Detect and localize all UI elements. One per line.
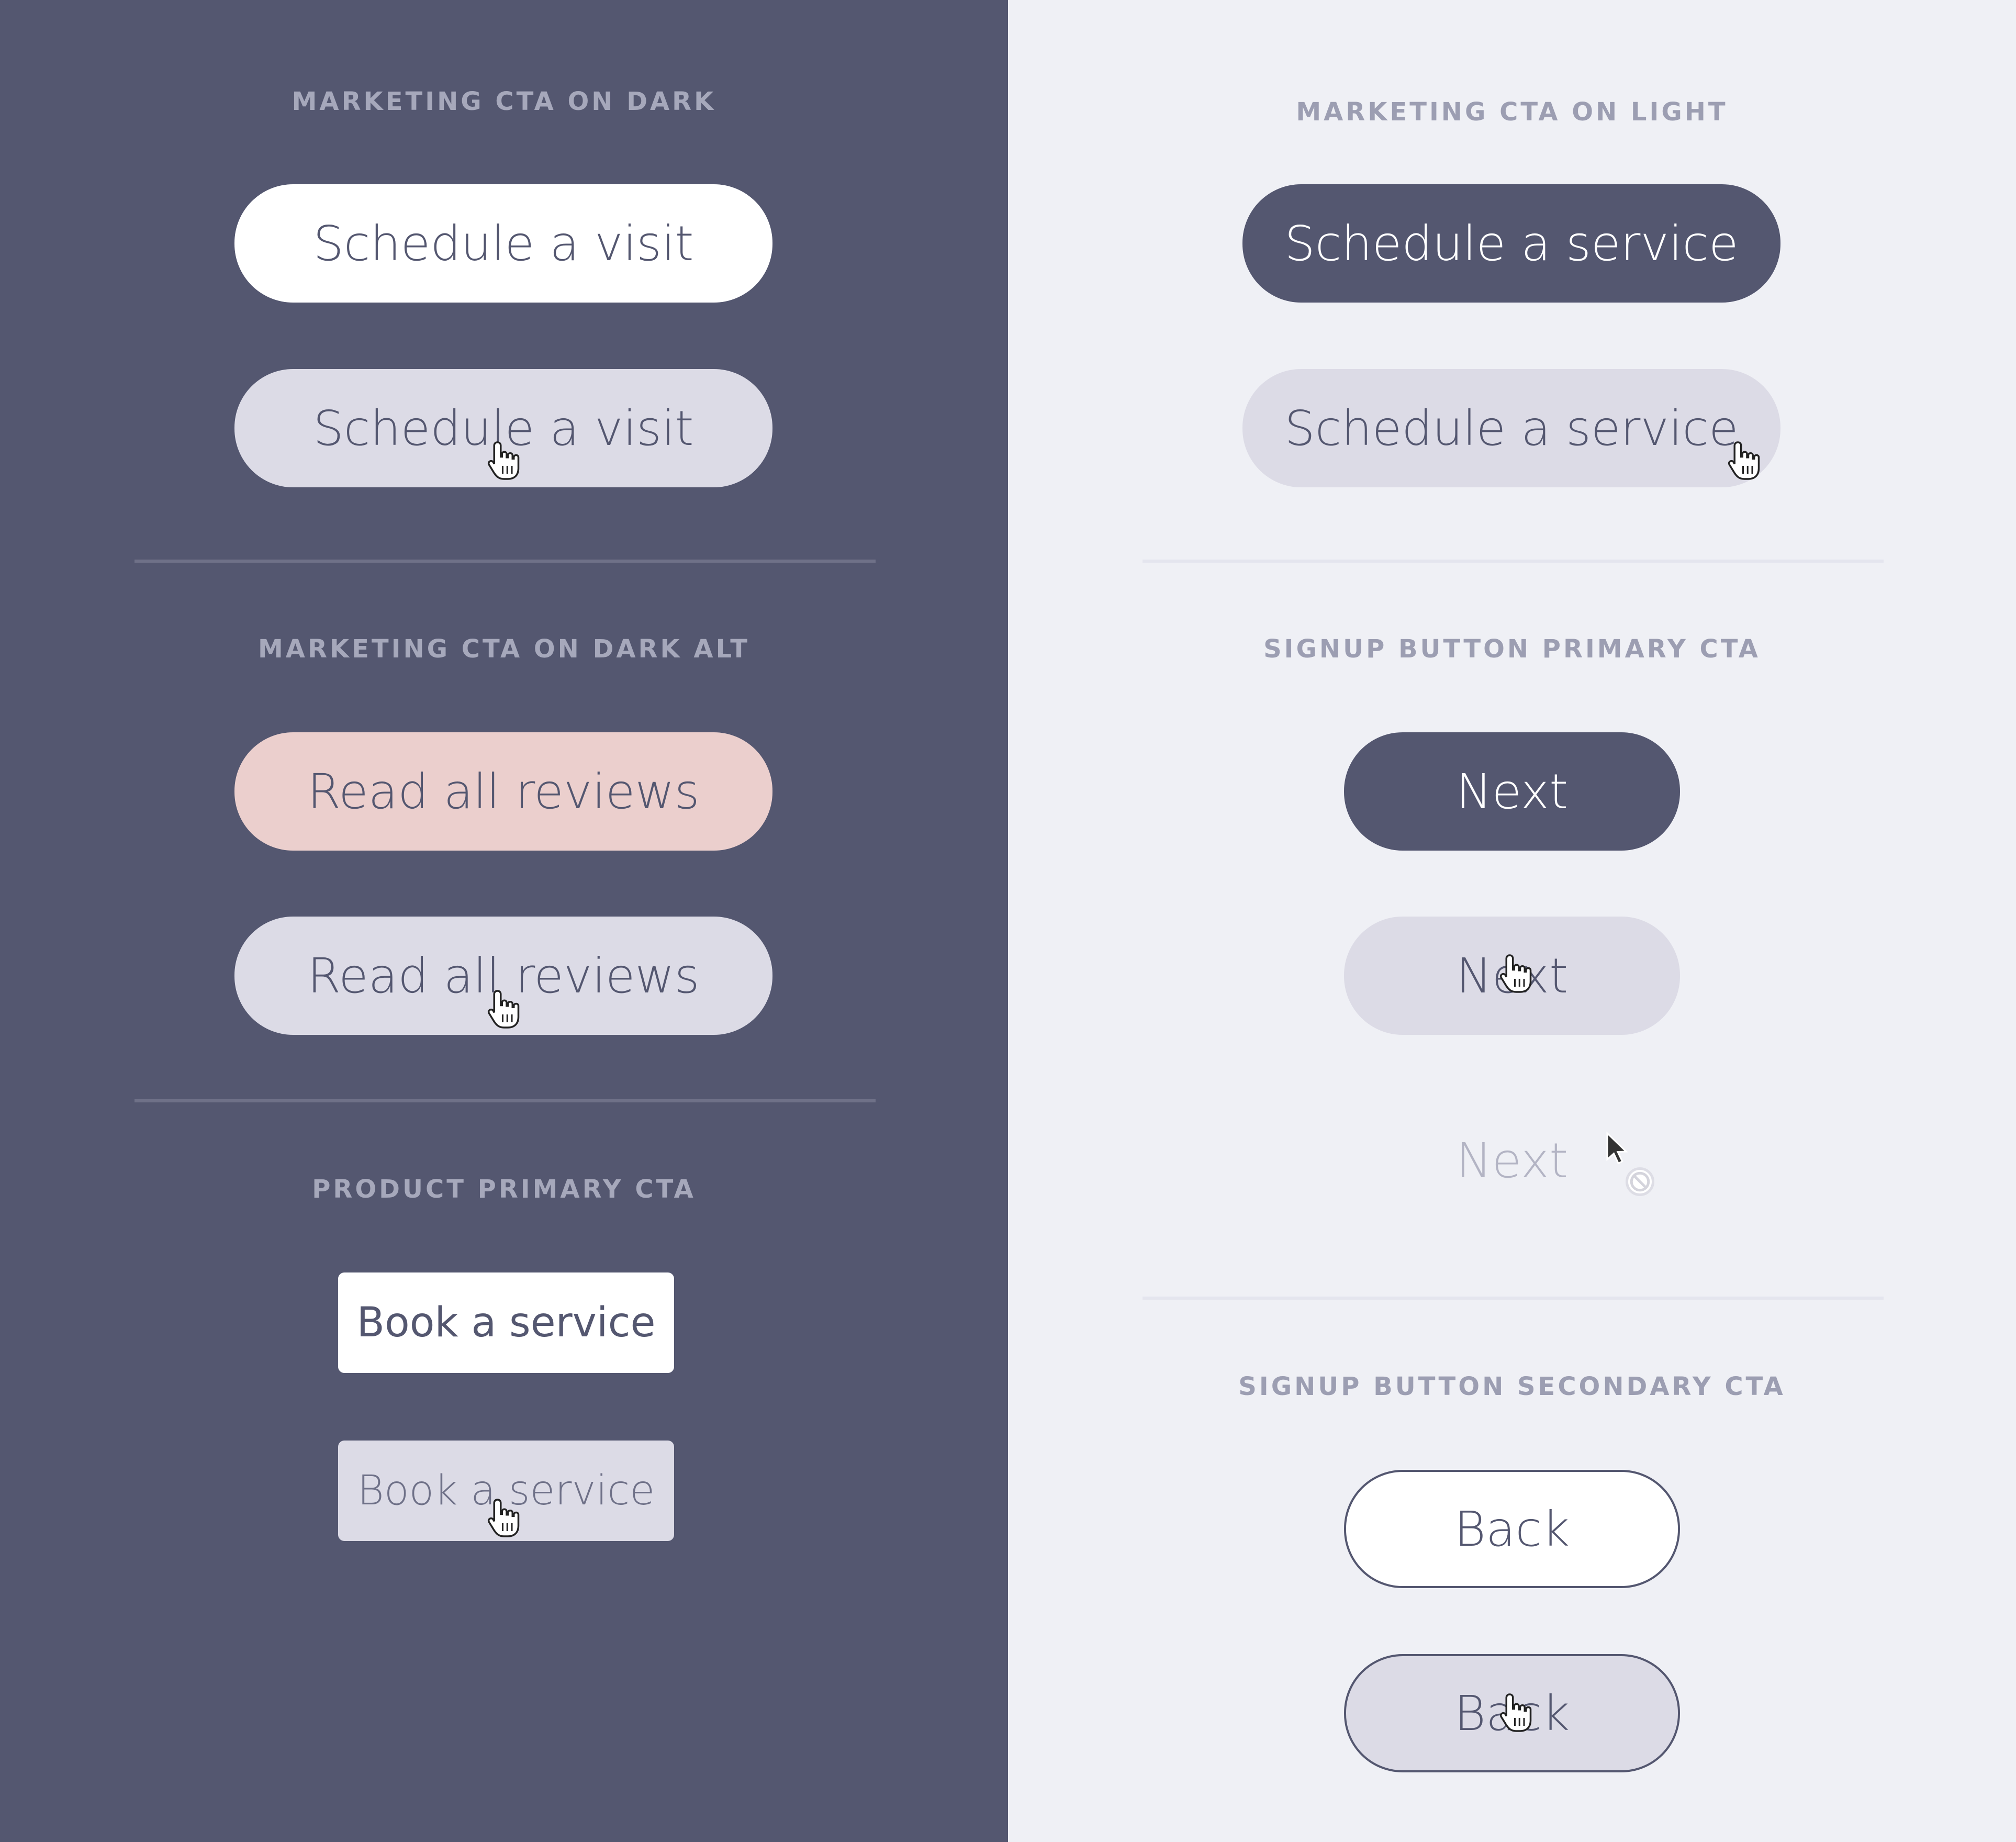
section-title-marketing-cta-on-light: MARKETING CTA ON LIGHT	[1296, 97, 1728, 127]
schedule-a-service-hover-button[interactable]: Schedule a service	[1242, 369, 1780, 487]
section-divider	[135, 1099, 876, 1102]
section-title-marketing-cta-on-dark: MARKETING CTA ON DARK	[292, 87, 716, 116]
light-panel: MARKETING CTA ON LIGHT Schedule a servic…	[1008, 0, 2016, 1842]
read-all-reviews-hover-label: Read all reviews	[307, 947, 700, 1004]
schedule-a-visit-button[interactable]: Schedule a visit	[234, 184, 772, 303]
next-hover-button[interactable]: Next	[1344, 917, 1680, 1035]
dark-panel: MARKETING CTA ON DARK Schedule a visit S…	[0, 0, 1008, 1842]
back-label: Back	[1454, 1501, 1570, 1557]
next-hover-label: Next	[1455, 947, 1569, 1004]
section-title-signup-button-primary-cta: SIGNUP BUTTON PRIMARY CTA	[1263, 634, 1761, 664]
back-button[interactable]: Back	[1344, 1470, 1680, 1588]
section-divider	[1143, 1297, 1884, 1300]
back-hover-label: Back	[1454, 1685, 1570, 1741]
next-button[interactable]: Next	[1344, 732, 1680, 851]
schedule-a-visit-hover-button[interactable]: Schedule a visit	[234, 369, 772, 487]
book-a-service-hover-label: Book a service	[357, 1467, 655, 1514]
section-divider	[1143, 560, 1884, 563]
book-a-service-button[interactable]: Book a service	[338, 1272, 674, 1373]
back-hover-button[interactable]: Back	[1344, 1654, 1680, 1772]
not-allowed-cursor-icon	[1606, 1131, 1654, 1196]
schedule-a-visit-label: Schedule a visit	[313, 215, 694, 272]
section-title-signup-button-secondary-cta: SIGNUP BUTTON SECONDARY CTA	[1238, 1372, 1786, 1401]
book-a-service-hover-button[interactable]: Book a service	[338, 1441, 674, 1541]
read-all-reviews-hover-button[interactable]: Read all reviews	[234, 917, 772, 1035]
next-disabled-label: Next	[1455, 1132, 1569, 1189]
section-title-product-primary-cta: PRODUCT PRIMARY CTA	[312, 1175, 696, 1204]
next-label: Next	[1455, 763, 1569, 820]
book-a-service-label: Book a service	[356, 1299, 656, 1346]
section-divider	[135, 560, 876, 563]
schedule-a-visit-hover-label: Schedule a visit	[313, 400, 694, 456]
read-all-reviews-label: Read all reviews	[307, 763, 700, 820]
read-all-reviews-button[interactable]: Read all reviews	[234, 732, 772, 851]
section-title-marketing-cta-on-dark-alt: MARKETING CTA ON DARK ALT	[258, 634, 750, 664]
schedule-a-service-hover-label: Schedule a service	[1284, 400, 1739, 456]
schedule-a-service-button[interactable]: Schedule a service	[1242, 184, 1780, 303]
schedule-a-service-label: Schedule a service	[1284, 215, 1739, 272]
